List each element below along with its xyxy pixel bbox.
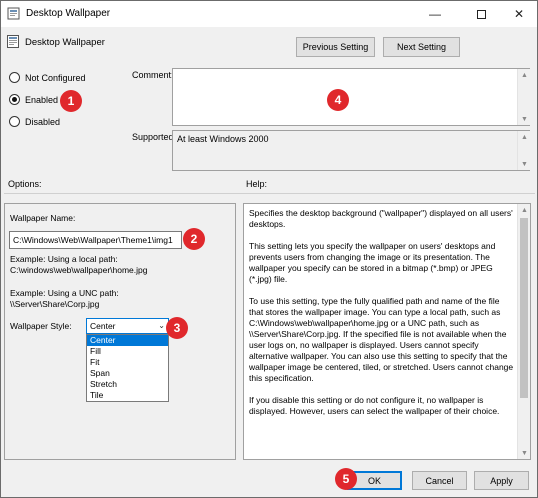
comment-label: Comment: bbox=[132, 70, 174, 80]
comment-textarea[interactable] bbox=[172, 68, 530, 126]
next-setting-button[interactable]: Next Setting bbox=[383, 37, 460, 57]
style-option-center[interactable]: Center bbox=[87, 335, 168, 346]
style-option-span[interactable]: Span bbox=[87, 368, 168, 379]
radio-disabled-label: Disabled bbox=[25, 116, 61, 127]
help-label: Help: bbox=[246, 179, 268, 189]
wallpaper-name-input[interactable]: C:\Windows\Web\Wallpaper\Theme1\img1 bbox=[9, 231, 182, 249]
help-paragraph: Specifies the desktop background ("wallp… bbox=[249, 208, 513, 229]
supported-scrollbar[interactable]: ▲ ▼ bbox=[517, 131, 530, 170]
annotation-badge: 5 bbox=[335, 468, 357, 490]
style-option-fill[interactable]: Fill bbox=[87, 346, 168, 357]
radio-disabled-control[interactable] bbox=[9, 116, 20, 127]
maximize-icon[interactable] bbox=[461, 1, 501, 27]
policy-icon bbox=[7, 7, 20, 20]
annotation-badge: 3 bbox=[166, 317, 188, 339]
radio-enabled-control[interactable] bbox=[9, 94, 20, 105]
wallpaper-style-value: Center bbox=[90, 321, 116, 331]
previous-setting-button[interactable]: Previous Setting bbox=[296, 37, 375, 57]
help-paragraph: If you disable this setting or do not co… bbox=[249, 395, 500, 416]
dialog-window: Desktop Wallpaper — ✕ Desktop Wallpaper … bbox=[0, 0, 538, 498]
radio-disabled[interactable]: Disabled bbox=[9, 116, 60, 127]
example-unc-value: \\Server\Share\Corp.jpg bbox=[10, 299, 100, 309]
wallpaper-name-label: Wallpaper Name: bbox=[10, 213, 76, 223]
scroll-down-icon[interactable]: ▼ bbox=[518, 158, 531, 170]
close-icon[interactable]: ✕ bbox=[499, 1, 538, 27]
comment-scrollbar[interactable]: ▲ ▼ bbox=[517, 69, 530, 125]
scroll-up-icon[interactable]: ▲ bbox=[518, 131, 531, 143]
help-scroll-thumb[interactable] bbox=[520, 218, 528, 398]
wallpaper-style-select[interactable]: Center ⌄ bbox=[86, 318, 169, 334]
style-option-tile[interactable]: Tile bbox=[87, 390, 168, 401]
style-option-fit[interactable]: Fit bbox=[87, 357, 168, 368]
style-option-stretch[interactable]: Stretch bbox=[87, 379, 168, 390]
radio-not-configured-control[interactable] bbox=[9, 72, 20, 83]
annotation-badge: 2 bbox=[183, 228, 205, 250]
help-panel: Specifies the desktop background ("wallp… bbox=[243, 203, 531, 460]
annotation-badge: 4 bbox=[327, 89, 349, 111]
help-text: Specifies the desktop background ("wallp… bbox=[249, 208, 515, 428]
example-local-label: Example: Using a local path: bbox=[10, 254, 118, 264]
help-scrollbar[interactable]: ▲ ▼ bbox=[517, 204, 530, 459]
annotation-badge: 1 bbox=[60, 90, 82, 112]
example-unc-label: Example: Using a UNC path: bbox=[10, 288, 119, 298]
window-title: Desktop Wallpaper bbox=[26, 8, 111, 19]
scroll-down-icon[interactable]: ▼ bbox=[518, 113, 531, 125]
scroll-down-icon[interactable]: ▼ bbox=[518, 447, 530, 459]
minimize-icon[interactable]: — bbox=[415, 1, 455, 27]
cancel-button[interactable]: Cancel bbox=[412, 471, 467, 490]
setting-title: Desktop Wallpaper bbox=[25, 37, 105, 48]
wallpaper-style-label: Wallpaper Style: bbox=[10, 321, 72, 331]
wallpaper-style-dropdown: Center Fill Fit Span Stretch Tile bbox=[86, 334, 169, 402]
scroll-up-icon[interactable]: ▲ bbox=[518, 204, 530, 216]
radio-enabled-label: Enabled bbox=[25, 94, 59, 105]
supported-on-value: At least Windows 2000 bbox=[172, 130, 530, 171]
help-paragraph: To use this setting, type the fully qual… bbox=[249, 296, 514, 383]
radio-enabled[interactable]: Enabled bbox=[9, 94, 58, 105]
title-bar: Desktop Wallpaper — ✕ bbox=[1, 1, 537, 27]
setting-icon bbox=[7, 35, 19, 48]
chevron-down-icon: ⌄ bbox=[158, 321, 165, 330]
radio-not-configured-label: Not Configured bbox=[25, 72, 86, 83]
options-label: Options: bbox=[8, 179, 42, 189]
apply-button[interactable]: Apply bbox=[474, 471, 529, 490]
scroll-up-icon[interactable]: ▲ bbox=[518, 69, 531, 81]
radio-not-configured[interactable]: Not Configured bbox=[9, 72, 86, 83]
help-paragraph: This setting lets you specify the wallpa… bbox=[249, 241, 496, 284]
example-local-value: C:\windows\web\wallpaper\home.jpg bbox=[10, 265, 148, 275]
section-divider bbox=[4, 193, 535, 194]
